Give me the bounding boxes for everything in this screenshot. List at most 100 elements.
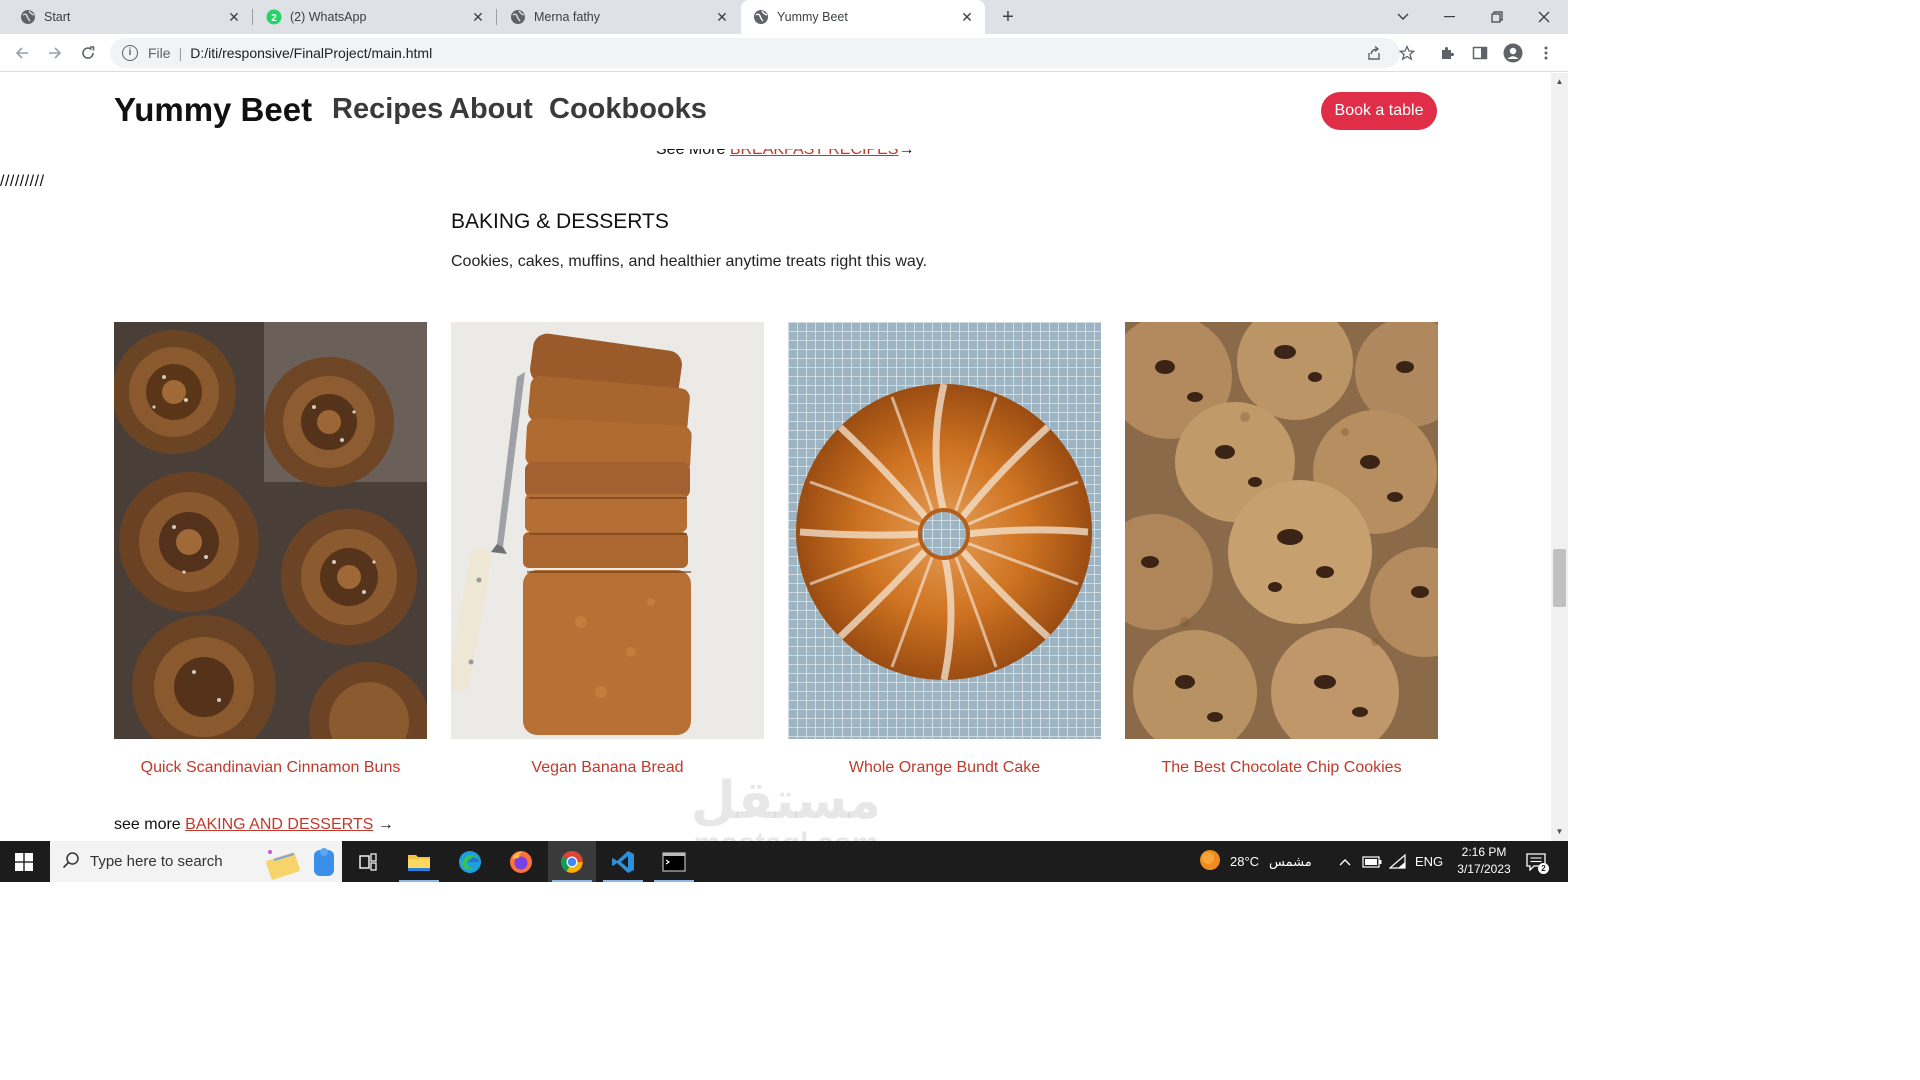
page-viewport: See More BREAKFAST RECIPES→ Yummy Beet R… [0, 73, 1551, 841]
running-indicator [654, 880, 694, 882]
battery-icon[interactable] [1362, 841, 1382, 882]
edge-browser-icon[interactable] [446, 841, 494, 882]
running-indicator [399, 880, 439, 882]
notifications-icon[interactable]: 2 [1526, 841, 1549, 882]
bookmark-star-icon[interactable] [1397, 43, 1417, 63]
reload-icon[interactable] [76, 41, 100, 65]
cinnamon-buns-image[interactable] [114, 322, 427, 739]
chrome-icon[interactable] [548, 841, 596, 882]
tab-start[interactable]: Start ✕ [0, 0, 252, 34]
forward-icon[interactable] [43, 41, 67, 65]
watermark-arabic: مستقل [690, 772, 882, 830]
site-logo[interactable]: Yummy Beet [114, 91, 312, 129]
url-scheme: File [148, 45, 171, 61]
close-icon[interactable]: ✕ [714, 9, 730, 25]
firefox-icon[interactable] [497, 841, 545, 882]
whatsapp-icon: 2 [266, 9, 282, 25]
nav-cookbooks[interactable]: Cookbooks [549, 93, 707, 126]
close-window-icon[interactable] [1521, 0, 1567, 34]
search-highlight-icon [264, 844, 340, 882]
share-icon[interactable] [1364, 43, 1384, 63]
taskbar-search-box[interactable]: Type here to search [50, 841, 342, 882]
restore-icon[interactable] [1474, 0, 1520, 34]
see-more-label: see more [114, 816, 186, 833]
site-header: Yummy Beet Recipes About Cookbooks Book … [0, 73, 1551, 149]
orange-bundt-cake-image[interactable] [788, 322, 1101, 739]
globe-icon [20, 9, 36, 25]
baking-and-desserts-link[interactable]: BAKING AND DESSERTS [185, 816, 373, 833]
running-indicator [603, 880, 643, 882]
search-icon [62, 851, 80, 873]
slash-divider: ///////// [0, 173, 45, 190]
close-icon[interactable]: ✕ [959, 9, 975, 25]
scrollbar-thumb[interactable] [1553, 549, 1566, 607]
vscode-icon[interactable] [599, 841, 647, 882]
search-placeholder: Type here to search [90, 853, 223, 870]
running-indicator [552, 880, 592, 882]
weather-widget[interactable]: 28°C مشمس [1199, 841, 1312, 882]
sun-icon [1199, 849, 1221, 874]
menu-kebab-icon[interactable] [1536, 43, 1556, 63]
clock-date: 3/17/2023 [1457, 862, 1511, 876]
page-scrollbar[interactable]: ▲ ▼ [1551, 73, 1568, 841]
weather-label: مشمس [1269, 853, 1312, 869]
back-icon[interactable] [10, 41, 34, 65]
show-hidden-icons-icon[interactable] [1338, 841, 1352, 882]
recipe-card[interactable]: The Best Chocolate Chip Cookies [1125, 322, 1438, 776]
arrow-icon: → [373, 816, 394, 833]
url-text[interactable]: D:/iti/responsive/FinalProject/main.html [190, 45, 432, 61]
banana-bread-image[interactable] [451, 322, 764, 739]
new-tab-button[interactable]: + [997, 6, 1019, 28]
wifi-icon[interactable] [1389, 841, 1407, 882]
input-language[interactable]: ENG [1415, 841, 1443, 882]
scroll-up-icon[interactable]: ▲ [1551, 75, 1568, 89]
tab-title: (2) WhatsApp [290, 10, 367, 24]
side-panel-icon[interactable] [1470, 43, 1490, 63]
windows-start-icon[interactable] [0, 841, 48, 882]
watermark-latin: mostaql.com [686, 829, 886, 842]
globe-icon [510, 9, 526, 25]
book-a-table-button[interactable]: Book a table [1321, 92, 1437, 130]
nav-recipes[interactable]: Recipes [332, 93, 443, 126]
nav-about[interactable]: About [449, 93, 533, 126]
tab-merna-fathy[interactable]: Merna fathy ✕ [497, 0, 740, 34]
url-divider: | [178, 45, 183, 61]
recipe-card[interactable]: Whole Orange Bundt Cake [788, 322, 1101, 776]
watermark-logo: مستقل mostaql.com [686, 773, 886, 841]
terminal-icon[interactable] [650, 841, 698, 882]
recipe-card[interactable]: Quick Scandinavian Cinnamon Buns [114, 322, 427, 776]
task-view-icon[interactable] [344, 841, 392, 882]
windows-taskbar: Type here to search 28°C مشمس ENG 2:16 P… [0, 841, 1568, 882]
taskbar-clock[interactable]: 2:16 PM 3/17/2023 [1448, 844, 1520, 878]
whatsapp-badge: 2 [271, 13, 277, 24]
close-icon[interactable]: ✕ [470, 9, 486, 25]
section-title: BAKING & DESSERTS [451, 210, 669, 233]
weather-temperature: 28°C [1230, 854, 1260, 869]
chocolate-chip-cookies-image[interactable] [1125, 322, 1438, 739]
section-description: Cookies, cakes, muffins, and healthier a… [451, 253, 928, 270]
notification-count-badge: 2 [1538, 863, 1549, 874]
profile-avatar-icon[interactable] [1503, 43, 1523, 63]
info-icon[interactable]: i [122, 45, 138, 61]
extensions-icon[interactable] [1437, 43, 1457, 63]
baking-see-more: see more BAKING AND DESSERTS → [114, 816, 394, 834]
tab-yummy-beet[interactable]: Yummy Beet ✕ [741, 0, 985, 34]
scroll-down-icon[interactable]: ▼ [1551, 825, 1568, 839]
tab-title: Start [44, 10, 71, 24]
recipe-title-link[interactable]: The Best Chocolate Chip Cookies [1125, 759, 1438, 777]
tab-title: Yummy Beet [777, 10, 848, 24]
browser-tab-strip: Start ✕ 2 (2) WhatsApp ✕ Merna fathy ✕ Y… [0, 0, 1568, 34]
minimize-icon[interactable] [1427, 0, 1473, 34]
file-explorer-icon[interactable] [395, 841, 443, 882]
address-bar[interactable]: i File | D:/iti/responsive/FinalProject/… [110, 38, 1400, 68]
recipe-card[interactable]: Vegan Banana Bread [451, 322, 764, 776]
globe-icon [753, 9, 769, 25]
tab-search-icon[interactable] [1380, 0, 1426, 34]
recipe-title-link[interactable]: Quick Scandinavian Cinnamon Buns [114, 759, 427, 777]
screen: Start ✕ 2 (2) WhatsApp ✕ Merna fathy ✕ Y… [0, 0, 1568, 882]
tab-title: Merna fathy [534, 10, 601, 24]
close-icon[interactable]: ✕ [226, 9, 242, 25]
tab-whatsapp[interactable]: 2 (2) WhatsApp ✕ [253, 0, 496, 34]
browser-toolbar: i File | D:/iti/responsive/FinalProject/… [0, 34, 1568, 72]
clock-time: 2:16 PM [1461, 845, 1507, 859]
